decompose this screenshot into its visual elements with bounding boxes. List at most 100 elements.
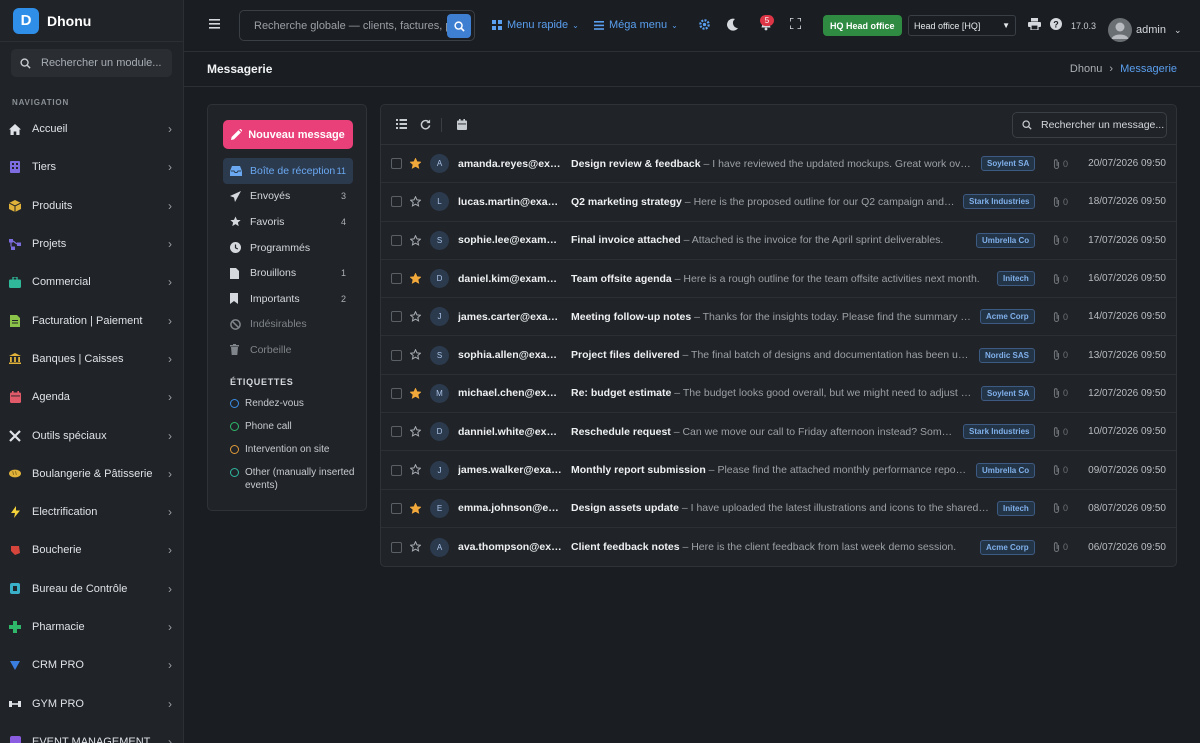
message-row[interactable]: M michael.chen@example.com Re: budget es… — [381, 375, 1176, 414]
folder-label: Envoyés — [250, 190, 291, 203]
sidebar-item-electrification[interactable]: Electrification › — [0, 493, 183, 531]
folder-item[interactable]: Programmés — [223, 235, 353, 261]
sidebar-item-accueil[interactable]: Accueil › — [0, 110, 183, 148]
moon-icon[interactable] — [727, 18, 739, 31]
mega-menu-button[interactable]: Méga menu ⌄ — [594, 19, 678, 31]
company-tag[interactable]: Soylent SA — [981, 385, 1036, 401]
company-tag[interactable]: Initech — [997, 271, 1035, 287]
star-icon[interactable] — [410, 158, 421, 169]
message-row[interactable]: S sophie.lee@example.com Final invoice a… — [381, 222, 1176, 260]
sidebar-item-event-management-pro[interactable]: EVENT MANAGEMENT PRO › — [0, 723, 183, 743]
message-checkbox[interactable] — [391, 541, 402, 553]
company-tag[interactable]: Acme Corp — [980, 309, 1035, 325]
sidebar-item-crm-pro[interactable]: CRM PRO › — [0, 646, 183, 684]
global-search-input[interactable]: Recherche globale — clients, factures, p — [239, 10, 475, 41]
chevron-right-icon: › — [168, 351, 172, 366]
company-tag[interactable]: Acme Corp — [980, 539, 1035, 555]
hq-entity-button[interactable]: HQ Head office — [823, 15, 902, 36]
breadcrumb-home[interactable]: Dhonu — [1070, 63, 1102, 75]
folder-item[interactable]: Importants 2 — [223, 286, 353, 312]
label-item[interactable]: Phone call — [230, 420, 355, 433]
sidebar-item-agenda[interactable]: Agenda › — [0, 378, 183, 416]
attachment-count: 0 — [1053, 350, 1068, 361]
message-row[interactable]: E emma.johnson@example.com Design assets… — [381, 490, 1176, 528]
star-icon[interactable] — [410, 196, 421, 208]
message-row[interactable]: J james.carter@example.com Meeting follo… — [381, 298, 1176, 337]
message-row[interactable]: A amanda.reyes@example.com Design review… — [381, 145, 1176, 184]
company-tag[interactable]: Umbrella Co — [976, 462, 1036, 478]
folder-item[interactable]: Corbeille — [223, 337, 353, 363]
message-checkbox[interactable] — [391, 234, 402, 246]
sidebar-item-pharmacie[interactable]: Pharmacie › — [0, 608, 183, 646]
sidebar-item-commercial[interactable]: Commercial › — [0, 263, 183, 301]
folder-item[interactable]: Favoris 4 — [223, 209, 353, 235]
quick-menu-button[interactable]: Menu rapide ⌄ — [492, 19, 579, 31]
star-icon[interactable] — [410, 387, 421, 399]
folder-count: 2 — [340, 293, 346, 304]
star-icon[interactable] — [410, 272, 421, 284]
star-icon[interactable] — [410, 464, 421, 476]
module-search-input[interactable]: Rechercher un module... — [11, 49, 172, 77]
sidebar-item-tiers[interactable]: Tiers › — [0, 148, 183, 186]
label-item[interactable]: Rendez-vous — [230, 397, 355, 410]
folder-item[interactable]: Indésirables — [223, 312, 353, 338]
entity-select[interactable]: Head office [HQ] ▼ — [908, 15, 1016, 36]
toolbar-divider — [441, 118, 442, 132]
message-checkbox[interactable] — [391, 273, 402, 285]
hamburger-menu-icon[interactable] — [209, 19, 220, 29]
sidebar-item-facturation-paiement[interactable]: Facturation | Paiement › — [0, 301, 183, 339]
user-menu[interactable]: admin ⌄ — [1136, 24, 1182, 36]
global-search-button[interactable] — [447, 14, 471, 38]
star-icon[interactable] — [410, 234, 421, 246]
star-icon[interactable] — [410, 349, 421, 361]
message-row[interactable]: D daniel.kim@example.com Team offsite ag… — [381, 260, 1176, 299]
message-checkbox[interactable] — [391, 502, 402, 514]
list-view-icon[interactable] — [396, 119, 407, 129]
message-row[interactable]: J james.walker@example.com Monthly repor… — [381, 451, 1176, 490]
sidebar-item-bureau-de-contr-le[interactable]: Bureau de Contrôle › — [0, 570, 183, 608]
message-checkbox[interactable] — [391, 464, 402, 476]
company-tag[interactable]: Umbrella Co — [976, 232, 1036, 248]
printer-icon[interactable] — [1028, 18, 1041, 30]
gear-icon[interactable] — [698, 18, 711, 31]
star-icon[interactable] — [410, 311, 421, 323]
message-row[interactable]: S sophia.allen@example.com Project files… — [381, 336, 1176, 375]
avatar[interactable] — [1108, 18, 1132, 42]
sidebar-item-banques-caisses[interactable]: Banques | Caisses › — [0, 340, 183, 378]
label-item[interactable]: Other (manually inserted events) — [230, 466, 355, 492]
sidebar-item-produits[interactable]: Produits › — [0, 187, 183, 225]
help-icon[interactable]: ? — [1050, 18, 1062, 30]
company-tag[interactable]: Soylent SA — [981, 156, 1036, 172]
message-checkbox[interactable] — [391, 158, 402, 170]
sidebar-item-projets[interactable]: Projets › — [0, 225, 183, 263]
message-checkbox[interactable] — [391, 387, 402, 399]
company-tag[interactable]: Initech — [997, 500, 1035, 516]
compose-button[interactable]: Nouveau message — [223, 120, 353, 149]
message-row[interactable]: D danniel.white@example.com Reschedule r… — [381, 413, 1176, 452]
company-tag[interactable]: Nordic SAS — [979, 347, 1036, 363]
label-item[interactable]: Intervention on site — [230, 443, 355, 456]
message-row[interactable]: A ava.thompson@example.com Client feedba… — [381, 528, 1176, 566]
folder-item[interactable]: Boîte de réception 11 — [223, 158, 353, 184]
brand[interactable]: D Dhonu — [0, 0, 183, 42]
calendar-icon[interactable] — [457, 119, 467, 130]
folder-item[interactable]: Envoyés 3 — [223, 184, 353, 210]
message-checkbox[interactable] — [391, 349, 402, 361]
star-icon[interactable] — [410, 540, 421, 552]
star-icon[interactable] — [410, 502, 421, 514]
message-checkbox[interactable] — [391, 311, 402, 323]
company-tag[interactable]: Stark Industries — [963, 194, 1036, 210]
sidebar-item-boulangerie-p-tisserie[interactable]: Boulangerie & Pâtisserie › — [0, 455, 183, 493]
message-search-input[interactable]: Rechercher un message... — [1012, 112, 1167, 138]
star-icon[interactable] — [410, 426, 421, 437]
company-tag[interactable]: Stark Industries — [963, 424, 1036, 440]
message-checkbox[interactable] — [391, 196, 402, 208]
fullscreen-icon[interactable] — [790, 18, 801, 29]
refresh-icon[interactable] — [420, 119, 431, 130]
message-row[interactable]: L lucas.martin@example.com Q2 marketing … — [381, 183, 1176, 222]
sidebar-item-outils-sp-ciaux[interactable]: Outils spéciaux › — [0, 416, 183, 454]
sidebar-item-boucherie[interactable]: Boucherie › — [0, 531, 183, 569]
message-checkbox[interactable] — [391, 426, 402, 438]
sidebar-item-gym-pro[interactable]: GYM PRO › — [0, 684, 183, 722]
folder-item[interactable]: Brouillons 1 — [223, 260, 353, 286]
